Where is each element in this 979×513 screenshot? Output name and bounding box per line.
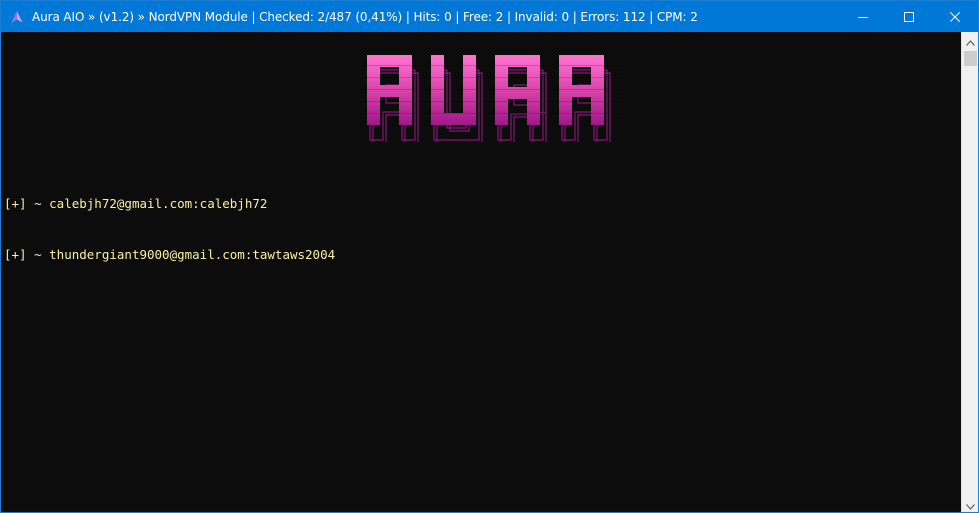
minimize-button[interactable] xyxy=(840,1,886,32)
aura-logo-icon xyxy=(9,9,25,25)
line-prefix: [+] ~ xyxy=(4,247,50,262)
output-line: [+] ~ thundergiant9000@gmail.com:tawtaws… xyxy=(4,246,335,263)
output-line: [+] ~ calebjh72@gmail.com:calebjh72 xyxy=(4,195,335,212)
scroll-down-icon xyxy=(966,495,975,512)
scroll-down-button[interactable] xyxy=(962,495,978,512)
window-title: Aura AIO » (v1.2) » NordVPN Module | Che… xyxy=(32,9,698,24)
maximize-button[interactable] xyxy=(886,1,932,32)
console-window: Aura AIO » (v1.2) » NordVPN Module | Che… xyxy=(0,0,979,513)
vertical-scrollbar[interactable] xyxy=(961,31,978,512)
line-text: calebjh72@gmail.com:calebjh72 xyxy=(49,196,268,211)
scroll-up-button[interactable] xyxy=(962,31,978,50)
window-controls xyxy=(840,1,978,32)
terminal-output[interactable]: [+] ~ calebjh72@gmail.com:calebjh72 [+] … xyxy=(1,32,961,512)
line-text: thundergiant9000@gmail.com:tawtaws2004 xyxy=(49,247,336,262)
scroll-up-icon xyxy=(966,31,975,50)
scrollbar-thumb[interactable] xyxy=(964,51,977,66)
minimize-icon xyxy=(858,7,868,26)
maximize-icon xyxy=(904,7,914,26)
close-button[interactable] xyxy=(932,1,978,32)
output-lines: [+] ~ calebjh72@gmail.com:calebjh72 [+] … xyxy=(4,161,335,297)
title-bar[interactable]: Aura AIO » (v1.2) » NordVPN Module | Che… xyxy=(1,1,978,32)
line-prefix: [+] ~ xyxy=(4,196,50,211)
close-icon xyxy=(949,7,961,26)
aura-ascii-banner xyxy=(361,55,626,142)
